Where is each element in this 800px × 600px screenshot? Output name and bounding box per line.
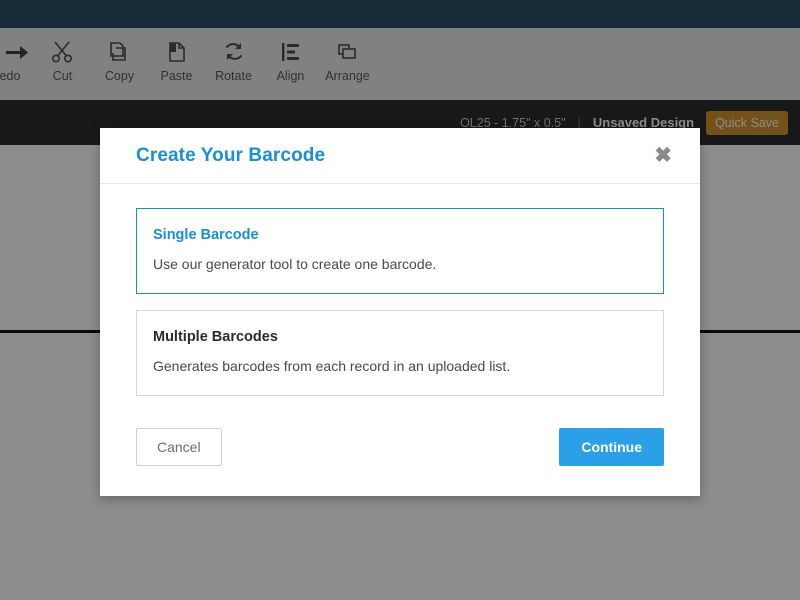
create-barcode-modal: Create Your Barcode ✖ Single Barcode Use… xyxy=(100,128,700,496)
option-card-single-barcode[interactable]: Single Barcode Use our generator tool to… xyxy=(136,208,664,294)
continue-button[interactable]: Continue xyxy=(559,428,664,466)
cancel-button[interactable]: Cancel xyxy=(136,428,222,466)
option-single-barcode-description: Use our generator tool to create one bar… xyxy=(153,256,437,272)
option-multiple-barcodes-title: Multiple Barcodes xyxy=(153,329,278,345)
modal-body: Single Barcode Use our generator tool to… xyxy=(100,184,700,396)
modal-title: Create Your Barcode xyxy=(136,144,326,166)
option-single-barcode-title: Single Barcode xyxy=(153,227,259,243)
close-icon[interactable]: ✖ xyxy=(650,143,676,168)
modal-footer: Cancel Continue xyxy=(100,412,700,496)
option-multiple-barcodes-description: Generates barcodes from each record in a… xyxy=(153,358,511,374)
modal-header: Create Your Barcode ✖ xyxy=(100,128,700,184)
option-card-multiple-barcodes[interactable]: Multiple Barcodes Generates barcodes fro… xyxy=(136,310,664,396)
